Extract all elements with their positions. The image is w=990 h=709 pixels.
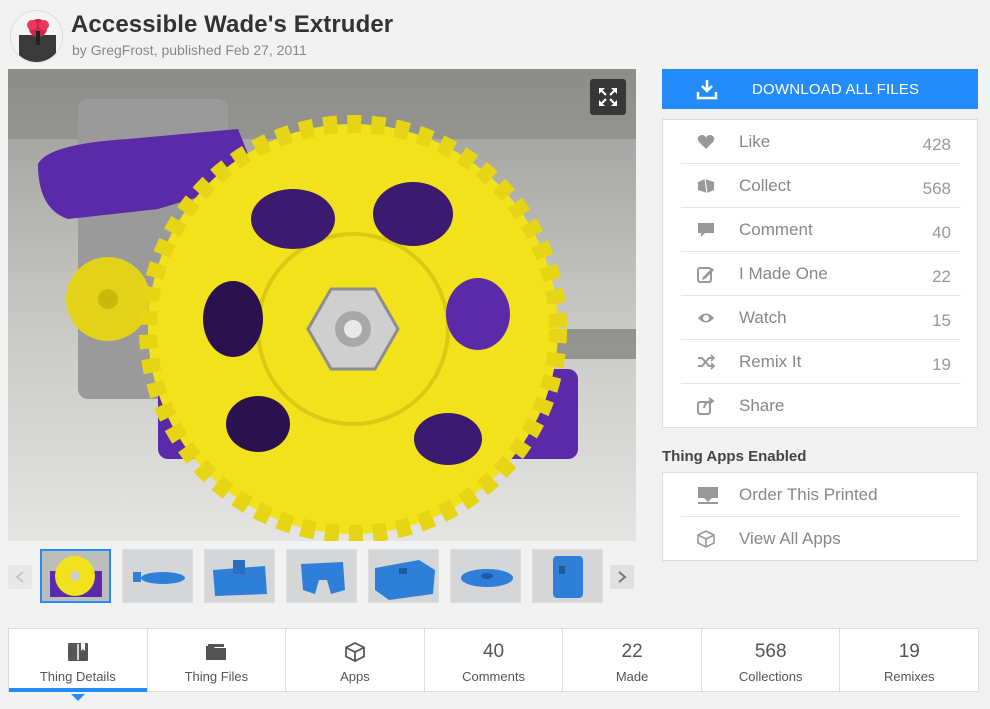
publish-date: Feb 27, 2011 bbox=[225, 42, 307, 58]
book-icon bbox=[67, 641, 89, 663]
author-link[interactable]: GregFrost bbox=[91, 42, 154, 58]
published-prefix: , published bbox=[153, 42, 226, 58]
share-label: Share bbox=[739, 396, 785, 415]
tab-comments-label: Comments bbox=[462, 669, 525, 684]
eye-icon bbox=[681, 312, 739, 324]
like-count: 428 bbox=[922, 134, 951, 154]
tab-remixes-label: Remixes bbox=[883, 669, 935, 684]
made-one-button[interactable]: I Made One 22 bbox=[681, 252, 961, 296]
watch-button[interactable]: Watch 15 bbox=[681, 296, 961, 340]
collect-label: Collect bbox=[739, 175, 791, 195]
chevron-right-icon bbox=[618, 571, 627, 583]
comment-button[interactable]: Comment 40 bbox=[681, 208, 961, 252]
comment-icon bbox=[681, 222, 739, 238]
download-label: DOWNLOAD ALL FILES bbox=[752, 80, 920, 98]
fullscreen-button[interactable] bbox=[590, 79, 626, 115]
thumbnail-4[interactable] bbox=[286, 549, 357, 603]
watch-label: Watch bbox=[739, 307, 787, 327]
tab-made-label: Made bbox=[615, 669, 649, 684]
like-label: Like bbox=[739, 131, 771, 151]
tab-remixes-count: 19 bbox=[898, 641, 920, 662]
actions-panel: Like 428 Collect 568 Comment 40 I Made O… bbox=[662, 119, 978, 428]
main-photo[interactable] bbox=[8, 69, 636, 541]
download-all-button[interactable]: DOWNLOAD ALL FILES bbox=[662, 69, 978, 109]
collect-button[interactable]: Collect 568 bbox=[681, 164, 961, 208]
tab-made-count: 22 bbox=[621, 641, 643, 662]
collect-icon bbox=[681, 178, 739, 194]
thumb-next-button[interactable] bbox=[610, 565, 634, 589]
comment-label: Comment bbox=[739, 219, 813, 239]
chevron-left-icon bbox=[15, 571, 24, 583]
thumbnail-7[interactable] bbox=[532, 549, 603, 603]
heart-icon bbox=[681, 134, 739, 150]
cube-icon bbox=[345, 641, 365, 663]
tab-collections-count: 568 bbox=[754, 641, 787, 662]
order-printed-button[interactable]: Order This Printed bbox=[681, 473, 961, 517]
tab-thing-files[interactable]: Thing Files bbox=[148, 629, 287, 691]
like-button[interactable]: Like 428 bbox=[681, 120, 961, 164]
share-icon bbox=[681, 397, 739, 415]
tab-thing-files-label: Thing Files bbox=[184, 669, 249, 684]
remix-label: Remix It bbox=[739, 351, 802, 371]
thumbnail-2[interactable] bbox=[122, 549, 193, 603]
remix-count: 19 bbox=[932, 354, 951, 374]
tab-thing-details[interactable]: Thing Details bbox=[9, 629, 148, 701]
thumbnail-3[interactable] bbox=[204, 549, 275, 603]
tab-apps[interactable]: Apps bbox=[286, 629, 425, 691]
tab-comments[interactable]: 40 Comments bbox=[425, 629, 564, 691]
download-icon bbox=[696, 80, 718, 100]
watch-count: 15 bbox=[932, 310, 951, 330]
tab-collections[interactable]: 568 Collections bbox=[702, 629, 841, 691]
folder-icon bbox=[205, 641, 227, 663]
by-prefix: by bbox=[72, 42, 91, 58]
apps-heading: Thing Apps Enabled bbox=[662, 448, 807, 465]
tab-collections-label: Collections bbox=[738, 669, 803, 684]
view-all-apps-button[interactable]: View All Apps bbox=[681, 517, 961, 561]
expand-icon bbox=[599, 88, 617, 106]
page-title: Accessible Wade's Extruder bbox=[71, 11, 394, 38]
thumbnail-5[interactable] bbox=[368, 549, 439, 603]
tab-thing-details-label: Thing Details bbox=[39, 669, 116, 684]
thumbnail-1[interactable] bbox=[40, 549, 111, 603]
made-one-label: I Made One bbox=[739, 263, 828, 283]
made-one-icon bbox=[681, 265, 739, 283]
author-avatar[interactable] bbox=[10, 10, 63, 63]
remix-button[interactable]: Remix It 19 bbox=[681, 340, 961, 384]
tab-apps-label: Apps bbox=[340, 669, 370, 684]
byline: by GregFrost, published Feb 27, 2011 bbox=[72, 42, 307, 58]
cube-icon bbox=[681, 530, 739, 548]
made-one-count: 22 bbox=[932, 266, 951, 286]
tab-made[interactable]: 22 Made bbox=[563, 629, 702, 691]
thumb-prev-button[interactable] bbox=[8, 565, 32, 589]
order-printed-label: Order This Printed bbox=[739, 484, 878, 504]
comment-count: 40 bbox=[932, 222, 951, 242]
tab-remixes[interactable]: 19 Remixes bbox=[840, 629, 978, 691]
view-all-apps-label: View All Apps bbox=[739, 529, 841, 548]
tab-comments-count: 40 bbox=[482, 641, 505, 662]
apps-panel: Order This Printed View All Apps bbox=[662, 472, 978, 561]
remix-icon bbox=[681, 353, 739, 370]
thing-tabs: Thing Details Thing Files Apps 40 Commen… bbox=[8, 628, 979, 701]
share-button[interactable]: Share bbox=[681, 384, 961, 428]
collect-count: 568 bbox=[922, 178, 951, 198]
thumbnail-6[interactable] bbox=[450, 549, 521, 603]
printer-icon bbox=[681, 486, 739, 504]
